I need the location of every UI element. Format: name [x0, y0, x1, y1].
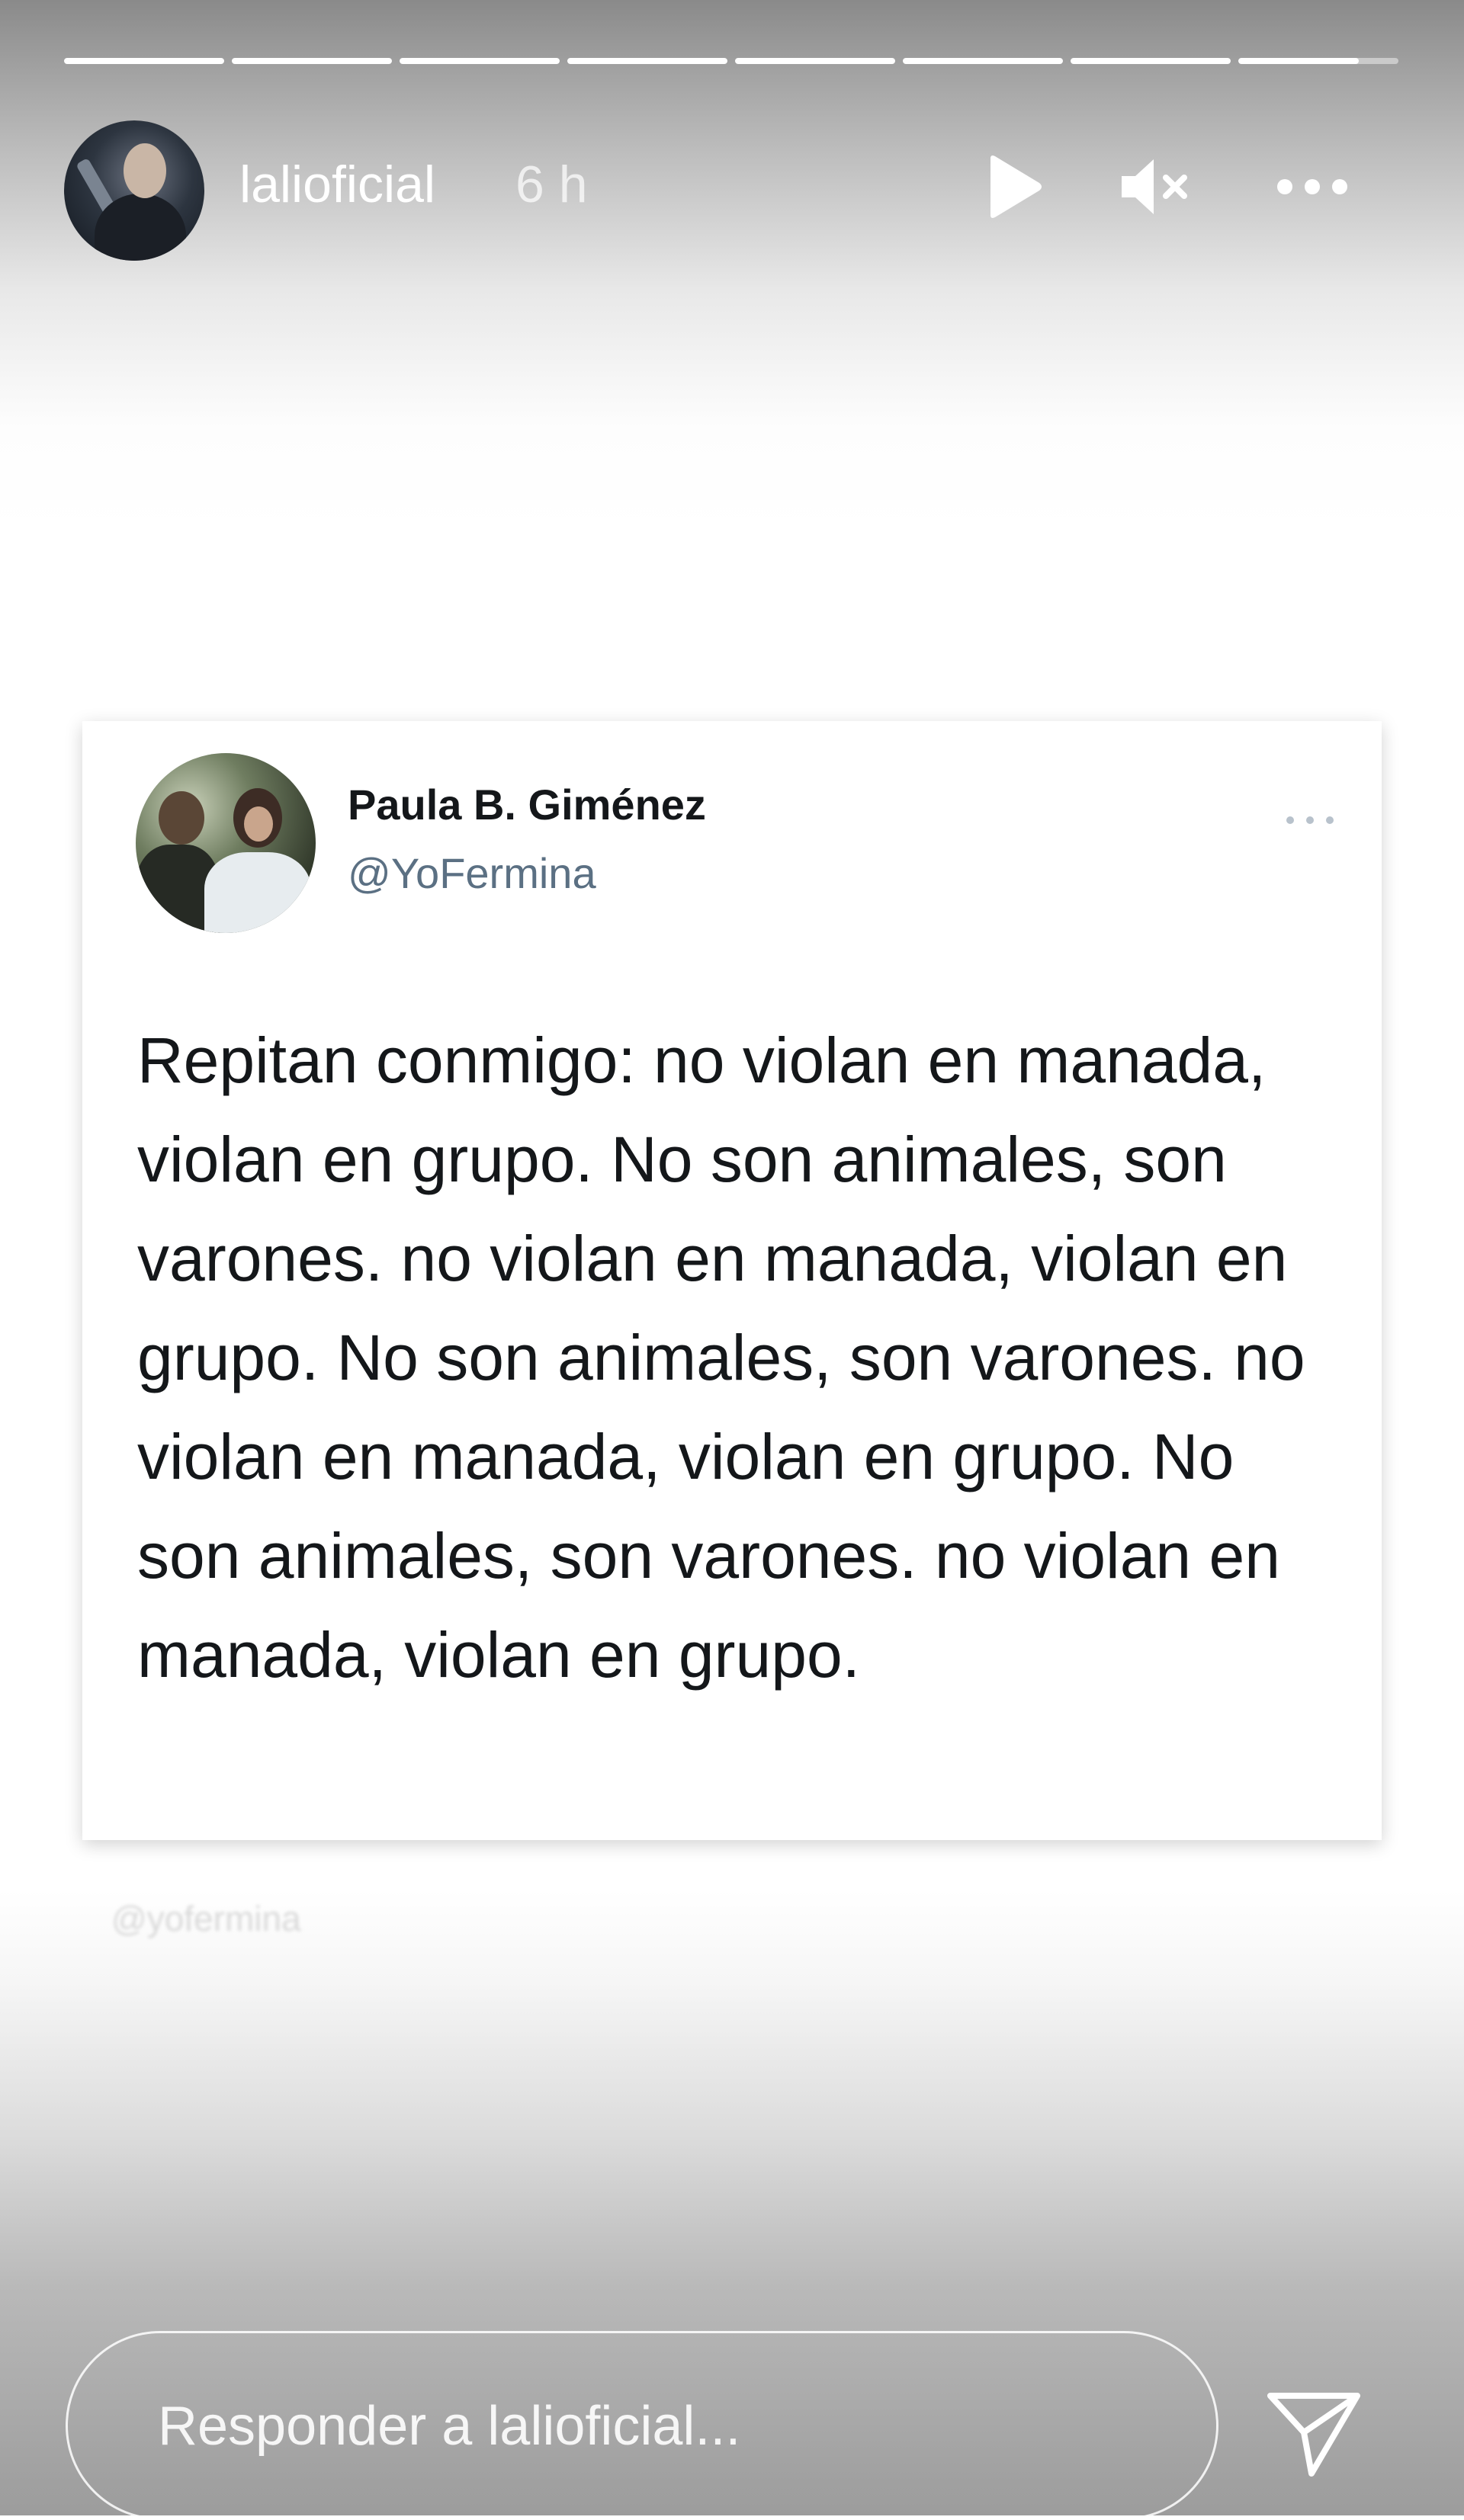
- tweet-card: Paula B. Giménez @YoFermina Repitan conm…: [82, 721, 1382, 1840]
- volume-muted-icon: [1122, 159, 1187, 214]
- progress-segment: [400, 58, 560, 64]
- tweet-author-name: Paula B. Giménez: [348, 781, 706, 829]
- progress-segment: [735, 58, 895, 64]
- send-button[interactable]: [1257, 2377, 1371, 2491]
- reply-placeholder: Responder a lalioficial...: [158, 2396, 741, 2457]
- story-header: lalioficial 6 h: [64, 114, 1398, 261]
- tweet-body-text: Repitan conmigo: no violan en manada, vi…: [137, 1024, 1305, 1691]
- story-username[interactable]: lalioficial: [239, 159, 435, 210]
- story-progress-bar: [64, 58, 1398, 64]
- reply-input[interactable]: Responder a lalioficial...: [66, 2331, 1218, 2520]
- progress-segment-current: [1238, 58, 1398, 64]
- play-button[interactable]: [971, 145, 1055, 229]
- story-viewer: lalioficial 6 h Paula B. Giménez @YoFerm…: [0, 0, 1464, 2520]
- tweet-author-avatar: [136, 753, 316, 933]
- mute-button[interactable]: [1113, 145, 1197, 229]
- more-horizontal-icon: [1277, 179, 1347, 194]
- progress-segment: [1071, 58, 1231, 64]
- send-icon: [1267, 2393, 1360, 2477]
- progress-segment: [567, 58, 727, 64]
- more-options-button[interactable]: [1270, 145, 1354, 229]
- progress-segment: [232, 58, 392, 64]
- source-watermark: @yofermina: [111, 1899, 301, 1938]
- profile-avatar[interactable]: [64, 120, 204, 261]
- play-icon: [990, 155, 1042, 218]
- story-timestamp: 6 h: [515, 155, 588, 213]
- tweet-author-handle: @YoFermina: [348, 849, 596, 897]
- progress-segment: [903, 58, 1063, 64]
- tweet-more-icon: [1279, 805, 1340, 835]
- progress-segment: [64, 58, 224, 64]
